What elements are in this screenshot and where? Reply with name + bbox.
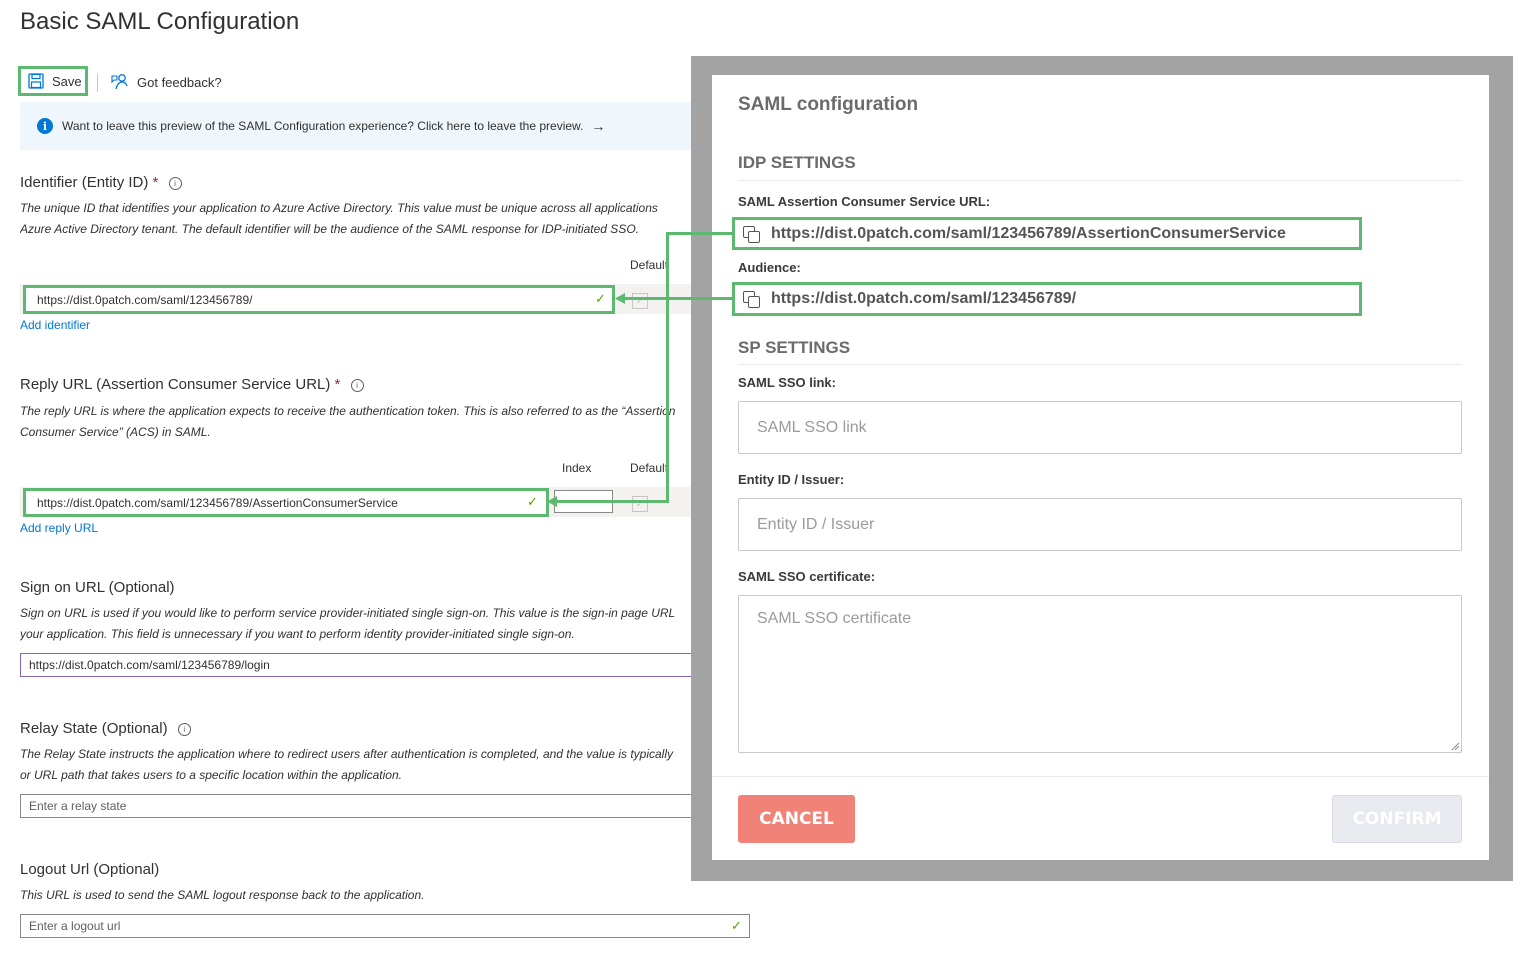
confirm-button[interactable]: CONFIRM [1332, 795, 1462, 843]
add-reply-url-link[interactable]: Add reply URL [20, 521, 98, 535]
arrow-right-icon: → [591, 118, 606, 134]
entity-id-placeholder: Entity ID / Issuer [757, 515, 875, 533]
sso-link-label: SAML SSO link: [738, 375, 836, 390]
info-icon: i [37, 118, 53, 134]
copy-icon [741, 224, 761, 244]
identifier-label-text: Identifier (Entity ID) [20, 174, 149, 191]
copy-icon [741, 289, 761, 309]
save-button[interactable]: Save [28, 73, 82, 89]
reply-url-input[interactable]: https://dist.0patch.com/saml/123456789/A… [23, 488, 549, 517]
resize-handle-icon[interactable] [1450, 741, 1460, 751]
relay-state-label: Relay State (Optional) i [20, 720, 191, 737]
sign-on-url-input[interactable]: https://dist.0patch.com/saml/123456789/l… [20, 653, 692, 677]
reply-url-default-header: Default [630, 461, 669, 475]
identifier-desc-line2: Azure Active Directory tenant. The defau… [20, 222, 639, 236]
connector-line [666, 232, 733, 235]
idp-settings-heading: IDP SETTINGS [738, 153, 856, 172]
footer-separator [712, 776, 1489, 777]
identifier-default-checkbox[interactable]: ✓ [632, 293, 648, 309]
sso-link-placeholder: SAML SSO link [757, 418, 867, 436]
page-title: Basic SAML Configuration [20, 8, 300, 35]
reply-url-description: The reply URL is where the application e… [20, 401, 691, 443]
sign-on-url-description: Sign on URL is used if you would like to… [20, 603, 691, 645]
connector-line [623, 297, 733, 300]
certificate-placeholder: SAML SSO certificate [757, 610, 912, 627]
save-icon [28, 73, 44, 89]
idp-separator [738, 180, 1462, 181]
certificate-label: SAML SSO certificate: [738, 569, 876, 584]
reply-url-label-text: Reply URL (Assertion Consumer Service UR… [20, 376, 331, 393]
acs-url-value: https://dist.0patch.com/saml/123456789/A… [771, 224, 1286, 242]
connector-line [666, 232, 669, 503]
logout-url-description: This URL is used to send the SAML logout… [20, 885, 720, 906]
logout-url-placeholder: Enter a logout url [29, 919, 121, 933]
relay-state-desc-line2: or URL path that takes users to a specif… [20, 768, 402, 782]
connector-line [555, 500, 669, 503]
sign-on-url-value: https://dist.0patch.com/saml/123456789/l… [29, 658, 270, 672]
sign-on-url-label: Sign on URL (Optional) [20, 579, 175, 596]
feedback-button[interactable]: Got feedback? [111, 73, 222, 91]
reply-url-desc-line1: The reply URL is where the application e… [20, 404, 676, 418]
save-label: Save [52, 73, 82, 89]
required-mark: * [152, 174, 159, 191]
feedback-icon [111, 74, 128, 90]
identifier-input[interactable]: https://dist.0patch.com/saml/123456789/ [23, 285, 615, 314]
connector-arrow-icon [615, 293, 625, 304]
info-tooltip-icon[interactable]: i [350, 378, 364, 392]
sign-on-desc-line1: Sign on URL is used if you would like to… [20, 606, 676, 620]
relay-state-placeholder: Enter a relay state [29, 799, 127, 813]
entity-id-label: Entity ID / Issuer: [738, 472, 845, 487]
toolbar-divider [97, 74, 98, 92]
audience-value: https://dist.0patch.com/saml/123456789/ [771, 290, 1077, 307]
logout-url-label: Logout Url (Optional) [20, 861, 160, 878]
sign-on-desc-line2: your application. This field is unnecess… [20, 627, 575, 641]
feedback-label: Got feedback? [137, 74, 222, 90]
valid-check-icon: ✓ [731, 918, 742, 933]
logout-desc-line1: This URL is used to send the SAML logout… [20, 888, 425, 902]
relay-state-desc-line1: The Relay State instructs the applicatio… [20, 747, 674, 761]
sso-link-input[interactable]: SAML SSO link [738, 401, 1462, 454]
entity-id-input[interactable]: Entity ID / Issuer [738, 498, 1462, 551]
acs-url-label: SAML Assertion Consumer Service URL: [738, 194, 991, 209]
info-tooltip-icon[interactable]: i [168, 176, 182, 190]
reply-url-default-checkbox[interactable]: ✓ [632, 496, 648, 512]
identifier-label: Identifier (Entity ID) * i [20, 174, 182, 191]
acs-url-copy[interactable]: https://dist.0patch.com/saml/123456789/A… [732, 217, 1362, 250]
reply-url-index-header: Index [562, 461, 592, 475]
preview-infobar[interactable]: i Want to leave this preview of the SAML… [20, 102, 692, 150]
relay-state-input[interactable]: Enter a relay state [20, 794, 692, 818]
valid-check-icon: ✓ [527, 494, 538, 509]
connector-arrow-icon [547, 496, 557, 507]
reply-url-desc-line2: Consumer Service” (ACS) in SAML. [20, 425, 211, 439]
identifier-desc-line1: The unique ID that identifies your appli… [20, 201, 658, 215]
sp-settings-heading: SP SETTINGS [738, 338, 851, 357]
sp-separator [738, 364, 1462, 365]
relay-state-label-text: Relay State (Optional) [20, 720, 168, 737]
reply-url-value: https://dist.0patch.com/saml/123456789/A… [37, 495, 398, 510]
reply-url-label: Reply URL (Assertion Consumer Service UR… [20, 376, 364, 393]
logout-url-input[interactable]: Enter a logout url [20, 914, 750, 938]
cancel-button[interactable]: CANCEL [738, 795, 855, 843]
identifier-value: https://dist.0patch.com/saml/123456789/ [37, 292, 253, 307]
valid-check-icon: ✓ [595, 291, 606, 306]
modal-title: SAML configuration [738, 94, 919, 115]
identifier-description: The unique ID that identifies your appli… [20, 198, 691, 240]
required-mark: * [334, 376, 341, 393]
info-tooltip-icon[interactable]: i [177, 722, 191, 736]
infobar-text: Want to leave this preview of the SAML C… [62, 119, 584, 133]
add-identifier-link[interactable]: Add identifier [20, 318, 90, 332]
audience-label: Audience: [738, 260, 801, 275]
relay-state-description: The Relay State instructs the applicatio… [20, 744, 691, 786]
identifier-default-header: Default [630, 258, 669, 272]
certificate-textarea[interactable]: SAML SSO certificate [738, 595, 1462, 753]
audience-copy[interactable]: https://dist.0patch.com/saml/123456789/ [732, 282, 1362, 316]
